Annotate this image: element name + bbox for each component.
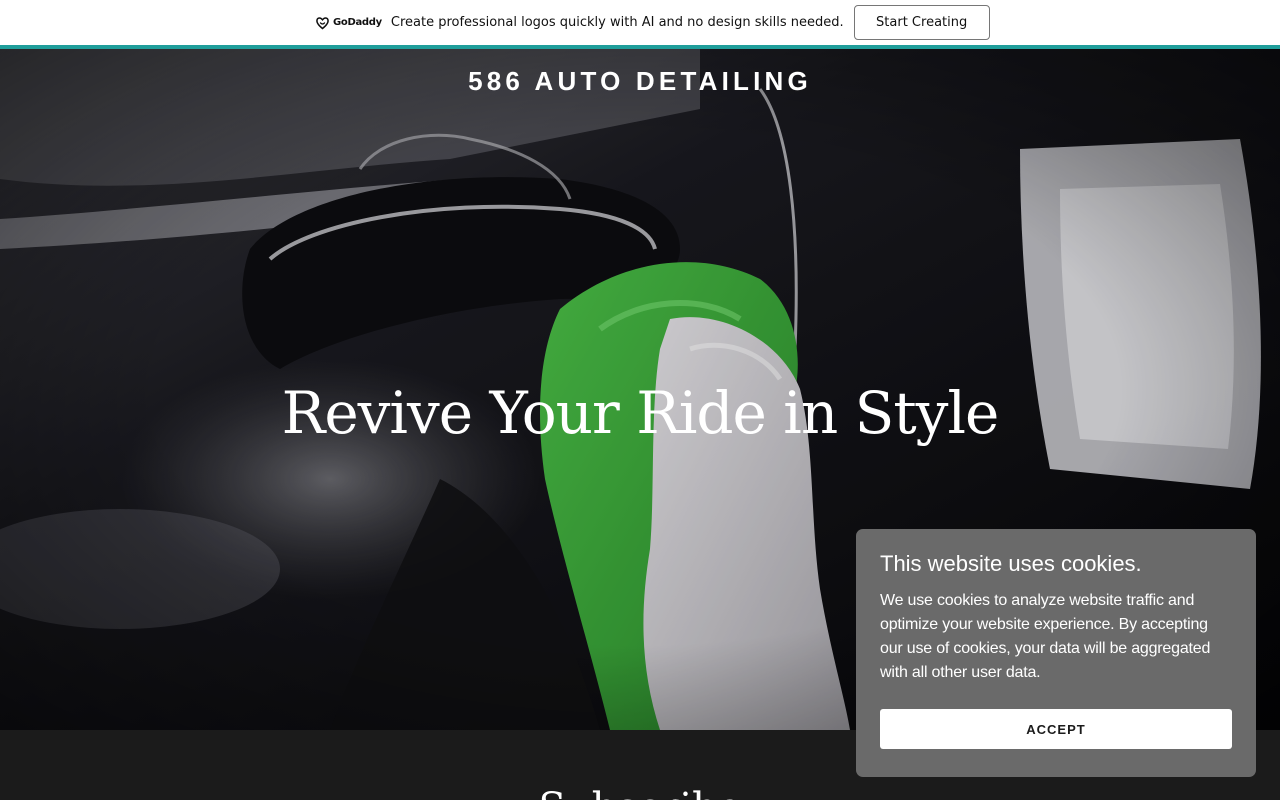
godaddy-icon (316, 16, 329, 29)
cookie-banner: This website uses cookies. We use cookie… (856, 529, 1256, 777)
promo-message: Create professional logos quickly with A… (390, 15, 844, 30)
promo-content: GoDaddy Create professional logos quickl… (315, 4, 990, 41)
godaddy-logo-text: GoDaddy (333, 17, 382, 28)
promo-bar: GoDaddy Create professional logos quickl… (0, 0, 1280, 49)
godaddy-logo[interactable]: GoDaddy (315, 16, 382, 30)
hero-title: Revive Your Ride in Style (281, 379, 1000, 447)
start-creating-button[interactable]: Start Creating (853, 5, 990, 40)
cookie-body: We use cookies to analyze website traffi… (880, 592, 1211, 681)
cookie-title: This website uses cookies. (880, 551, 1142, 576)
cookie-accept-button[interactable]: ACCEPT (880, 709, 1232, 749)
subscribe-heading: Subscribe (0, 785, 1280, 800)
site-brand-name[interactable]: 586 AUTO DETAILING (0, 66, 1280, 97)
